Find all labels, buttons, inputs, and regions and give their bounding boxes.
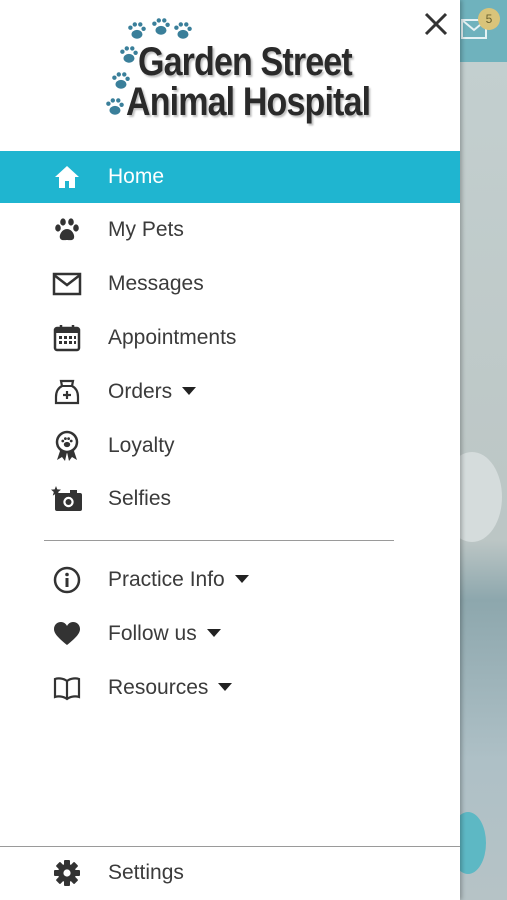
nav-label-my-pets: My Pets: [108, 218, 184, 241]
close-button[interactable]: [420, 8, 452, 40]
heart-icon: [50, 617, 84, 651]
background-app: 5: [460, 0, 507, 900]
nav-item-loyalty[interactable]: Loyalty: [0, 419, 460, 473]
paw-print-icon: [152, 18, 170, 35]
paw-print-icon: [174, 22, 192, 39]
background-action-circle: [460, 452, 502, 542]
nav-item-practice-info[interactable]: Practice Info: [0, 553, 460, 607]
caret-down-icon: [218, 683, 233, 692]
pet-food-bag-icon: [50, 375, 84, 409]
calendar-icon: [50, 321, 84, 355]
close-icon: [424, 12, 448, 36]
gear-icon: [50, 856, 84, 890]
nav-item-home[interactable]: Home: [0, 151, 460, 203]
notification-badge: 5: [478, 8, 500, 30]
home-icon: [50, 160, 84, 194]
nav-item-follow-us[interactable]: Follow us: [0, 607, 460, 661]
paw-print-icon: [120, 46, 138, 63]
nav-item-messages[interactable]: Messages: [0, 257, 460, 311]
nav-label-loyalty: Loyalty: [108, 434, 175, 457]
envelope-icon: [50, 267, 84, 301]
paw-print-icon: [128, 22, 146, 39]
caret-down-icon: [206, 629, 221, 638]
nav-item-selfies[interactable]: Selfies: [0, 472, 460, 526]
nav-item-orders[interactable]: Orders: [0, 365, 460, 419]
caret-down-icon: [182, 387, 197, 396]
floating-action-button: [460, 812, 486, 874]
ribbon-award-icon: [50, 429, 84, 463]
nav-label-selfies: Selfies: [108, 487, 172, 510]
section-divider: [44, 540, 394, 541]
nav-label-resources: Resources: [108, 676, 233, 700]
navigation-drawer: Garden Street Animal Hospital Home My Pe…: [0, 0, 460, 900]
clinic-logo: Garden Street Animal Hospital: [104, 14, 371, 132]
camera-icon: [50, 482, 84, 516]
caret-down-icon: [234, 575, 249, 584]
logo-line-2: Animal Hospital: [126, 80, 371, 124]
nav-item-settings[interactable]: Settings: [0, 846, 460, 900]
book-icon: [50, 671, 84, 705]
nav-label-follow-us: Follow us: [108, 622, 221, 646]
nav-label-settings: Settings: [108, 861, 184, 884]
info-icon: [50, 563, 84, 597]
nav-label-appointments: Appointments: [108, 326, 237, 349]
nav-label-practice-info: Practice Info: [108, 568, 249, 592]
nav-item-my-pets[interactable]: My Pets: [0, 203, 460, 257]
paw-print-icon: [106, 98, 124, 115]
nav-label-messages: Messages: [108, 272, 204, 295]
nav-item-appointments[interactable]: Appointments: [0, 311, 460, 365]
logo-line-1: Garden Street: [138, 40, 353, 84]
nav-item-resources[interactable]: Resources: [0, 661, 460, 715]
nav-label-orders: Orders: [108, 380, 197, 404]
nav-label-home: Home: [108, 165, 165, 188]
paw-icon: [50, 213, 84, 247]
